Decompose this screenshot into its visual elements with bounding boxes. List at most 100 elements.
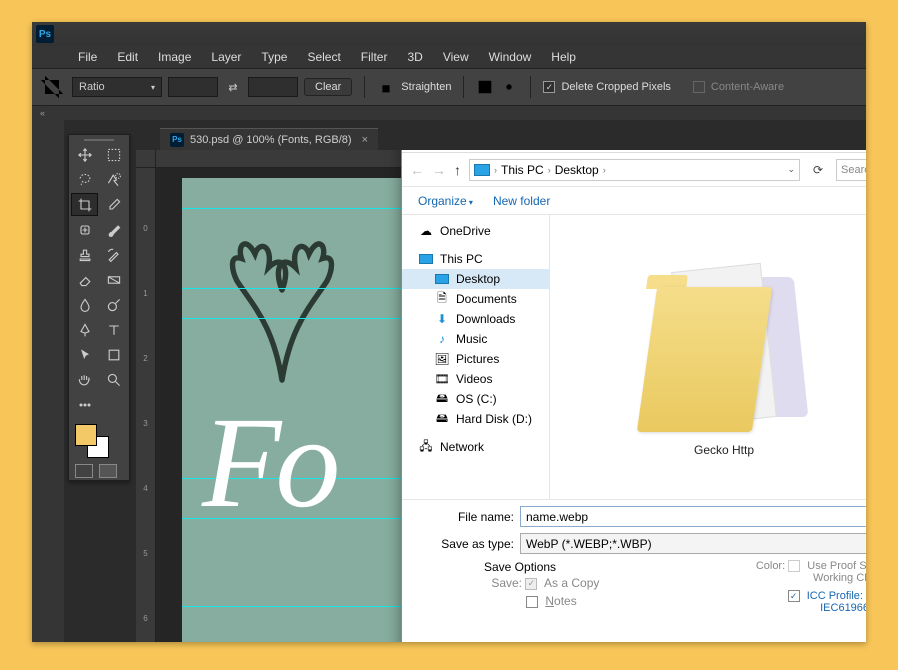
tree-osc[interactable]: 🖴OS (C:)	[402, 389, 549, 409]
canvas-text: Fo	[202, 388, 334, 538]
new-folder-button[interactable]: New folder	[493, 194, 550, 208]
nav-back-icon[interactable]: ←	[410, 162, 424, 178]
tree-thispc[interactable]: This PC	[402, 249, 549, 269]
history-brush-tool[interactable]	[100, 243, 127, 266]
tree-documents[interactable]: 🗎Documents	[402, 289, 549, 309]
type-select[interactable]: WebP (*.WEBP;*.WBP)	[520, 533, 866, 554]
nav-up-icon[interactable]: ↑	[454, 162, 461, 178]
tree-desktop[interactable]: Desktop	[402, 269, 549, 289]
pc-icon	[474, 164, 490, 176]
quick-select-tool[interactable]	[100, 168, 127, 191]
file-pane[interactable]: Gecko Http	[550, 215, 866, 499]
breadcrumb[interactable]: › This PC › Desktop › ⌄	[469, 159, 800, 181]
save-label: Save:	[484, 576, 522, 590]
crop-tool-icon[interactable]	[38, 73, 66, 101]
swap-dimensions-icon[interactable]: ⇄	[224, 78, 242, 96]
foreground-color[interactable]	[75, 424, 97, 446]
music-icon: ♪	[434, 332, 450, 346]
app-titlebar: Ps	[32, 22, 866, 46]
menu-view[interactable]: View	[433, 50, 479, 64]
menu-layer[interactable]: Layer	[201, 50, 251, 64]
stamp-tool[interactable]	[71, 243, 98, 266]
crop-tool[interactable]	[71, 193, 98, 216]
gradient-tool[interactable]	[100, 268, 127, 291]
document-title: 530.psd @ 100% (Fonts, RGB/8)	[190, 134, 352, 146]
folder-item[interactable]	[639, 257, 809, 437]
filename-label: File name:	[412, 510, 514, 524]
menu-help[interactable]: Help	[541, 50, 586, 64]
tree-pictures[interactable]: 🖼Pictures	[402, 349, 549, 369]
antler-graphic	[192, 218, 372, 398]
ruler-tick: 4	[136, 484, 155, 493]
tree-network[interactable]: 🖧Network	[402, 437, 549, 457]
crumb-thispc[interactable]: This PC	[501, 163, 544, 177]
shape-tool[interactable]	[100, 343, 127, 366]
quick-mask-icon[interactable]	[99, 464, 117, 478]
documents-icon: 🗎	[434, 292, 450, 306]
healing-tool[interactable]	[71, 218, 98, 241]
hand-tool[interactable]	[71, 368, 98, 391]
menu-select[interactable]: Select	[297, 50, 350, 64]
crumb-dropdown-icon[interactable]: ⌄	[787, 164, 795, 175]
ruler-vertical[interactable]: 0 1 2 3 4 5 6	[136, 168, 156, 642]
tree-onedrive[interactable]: ☁OneDrive	[402, 221, 549, 241]
eraser-tool[interactable]	[71, 268, 98, 291]
tree-videos[interactable]: 🎞Videos	[402, 369, 549, 389]
downloads-icon: ⬇	[434, 312, 450, 326]
edit-toolbar[interactable]	[71, 393, 98, 416]
menu-type[interactable]: Type	[251, 50, 297, 64]
menu-window[interactable]: Window	[479, 50, 542, 64]
collapse-bar[interactable]: «	[32, 106, 866, 120]
crumb-desktop[interactable]: Desktop	[555, 163, 599, 177]
chevron-right-icon[interactable]: ›	[492, 165, 499, 175]
overlay-grid-icon[interactable]	[476, 78, 494, 96]
crop-width-field[interactable]	[168, 77, 218, 97]
menu-edit[interactable]: Edit	[107, 50, 148, 64]
type-tool[interactable]	[100, 318, 127, 341]
delete-cropped-checkbox[interactable]: ✓	[543, 81, 555, 93]
ratio-dropdown[interactable]: Ratio	[72, 77, 162, 97]
crop-height-field[interactable]	[248, 77, 298, 97]
chevron-right-icon[interactable]: ›	[601, 165, 608, 175]
refresh-icon[interactable]: ⟳	[808, 163, 828, 177]
straighten-label[interactable]: Straighten	[401, 81, 451, 93]
menu-filter[interactable]: Filter	[351, 50, 398, 64]
separator	[530, 76, 531, 98]
pen-tool[interactable]	[71, 318, 98, 341]
tree-hdd[interactable]: 🖴Hard Disk (D:)	[402, 409, 549, 429]
ruler-tick: 0	[136, 224, 155, 233]
eyedropper-tool[interactable]	[100, 193, 127, 216]
path-select-tool[interactable]	[71, 343, 98, 366]
tree-label: Network	[440, 440, 484, 454]
dodge-tool[interactable]	[100, 293, 127, 316]
menu-image[interactable]: Image	[148, 50, 201, 64]
notes-label: Notes	[545, 594, 576, 608]
brush-tool[interactable]	[100, 218, 127, 241]
tree-label: Pictures	[456, 352, 499, 366]
tree-downloads[interactable]: ⬇Downloads	[402, 309, 549, 329]
document-tab[interactable]: Ps 530.psd @ 100% (Fonts, RGB/8) ×	[160, 128, 378, 150]
zoom-tool[interactable]	[100, 368, 127, 391]
standard-mode-icon[interactable]	[75, 464, 93, 478]
tab-close-icon[interactable]: ×	[362, 134, 368, 146]
menu-file[interactable]: File	[68, 50, 107, 64]
clear-button[interactable]: Clear	[304, 78, 352, 96]
chevron-right-icon[interactable]: ›	[546, 165, 553, 175]
tree-music[interactable]: ♪Music	[402, 329, 549, 349]
color-swatches[interactable]	[71, 424, 127, 458]
content-aware-checkbox[interactable]	[693, 81, 705, 93]
ruler-tick: 1	[136, 289, 155, 298]
move-tool[interactable]	[71, 143, 98, 166]
marquee-tool[interactable]	[100, 143, 127, 166]
notes-checkbox[interactable]	[526, 596, 538, 608]
filename-input[interactable]: name.webp	[520, 506, 866, 527]
icc-profile-checkbox[interactable]	[788, 590, 800, 602]
tree-label: Desktop	[456, 272, 500, 286]
search-input[interactable]: Search	[836, 159, 866, 181]
menu-3d[interactable]: 3D	[397, 50, 432, 64]
straighten-icon[interactable]	[377, 78, 395, 96]
crop-settings-icon[interactable]	[500, 78, 518, 96]
lasso-tool[interactable]	[71, 168, 98, 191]
organize-dropdown[interactable]: Organize	[418, 194, 473, 208]
blur-tool[interactable]	[71, 293, 98, 316]
